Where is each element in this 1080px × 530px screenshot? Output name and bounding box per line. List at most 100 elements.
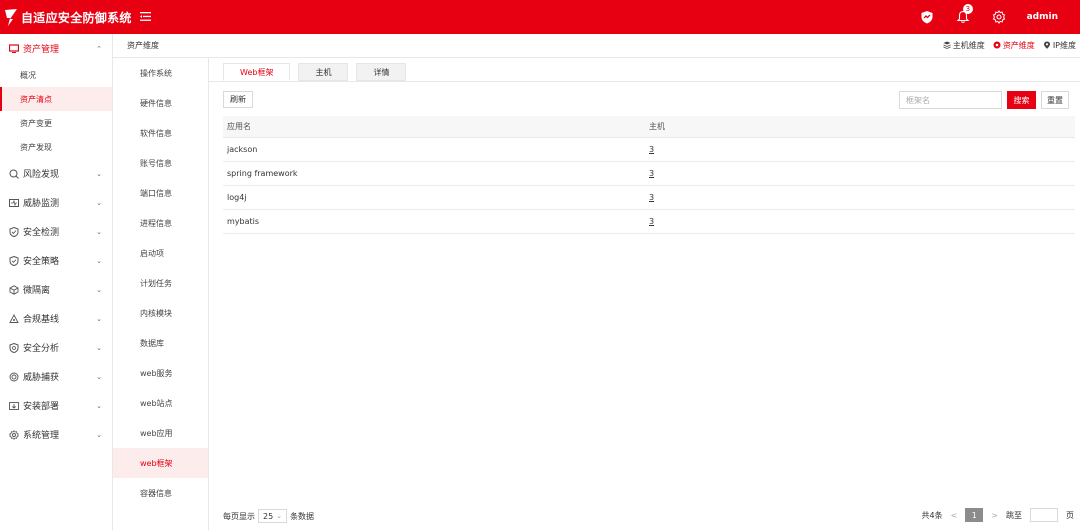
pagination: 共4条 < 1 > 跳至 页 (922, 508, 1074, 522)
dimension-ip[interactable]: IP维度 (1043, 40, 1076, 51)
jump-page-input[interactable] (1030, 508, 1058, 522)
host-count-link[interactable]: 3 (649, 217, 654, 226)
shield-alert-icon[interactable] (919, 9, 935, 25)
subnav-item-database[interactable]: 数据库 (113, 328, 208, 358)
chevron-down-icon: ⌄ (96, 372, 102, 381)
cell-app-name: jackson (227, 145, 258, 154)
tab-details[interactable]: 详情 (356, 63, 407, 81)
cell-app-name: log4j (227, 193, 247, 202)
sidebar-group-label: 威胁捕获 (23, 373, 60, 383)
gear-icon (8, 429, 19, 440)
subnav-item-account[interactable]: 账号信息 (113, 148, 208, 178)
dimension-host[interactable]: 主机维度 (943, 40, 985, 51)
bell-icon[interactable]: 3 (955, 4, 974, 25)
sidebar-group-security-detection[interactable]: 安全检测 ⌄ (0, 217, 112, 246)
asset-category-nav: 操作系统 硬件信息 软件信息 账号信息 端口信息 进程信息 启动项 计划任务 内… (113, 58, 209, 530)
sidebar-group-asset-management[interactable]: 资产管理 ⌃ (0, 34, 112, 63)
framework-name-input[interactable] (899, 91, 1002, 109)
table-row: log4j 3 (223, 186, 1075, 210)
sidebar-group-threat-monitoring[interactable]: 威胁监测 ⌄ (0, 188, 112, 217)
chevron-down-icon: ⌄ (96, 343, 102, 352)
subnav-item-software[interactable]: 软件信息 (113, 118, 208, 148)
sidebar-group-label: 威胁监测 (23, 199, 60, 209)
subnav-item-web-service[interactable]: web服务 (113, 358, 208, 388)
subnav-item-kernel-module[interactable]: 内核模块 (113, 298, 208, 328)
sidebar-group-risk-discovery[interactable]: 风险发现 ⌄ (0, 159, 112, 188)
refresh-button[interactable]: 刷新 (223, 91, 253, 108)
cell-app-name: mybatis (227, 217, 260, 226)
subnav-item-process[interactable]: 进程信息 (113, 208, 208, 238)
stack-icon (943, 41, 951, 51)
tab-divider (209, 81, 1080, 82)
dimension-asset[interactable]: 资产维度 (993, 40, 1035, 51)
chevron-down-icon: ⌄ (96, 198, 102, 207)
page-size-select[interactable]: 25 ⌄ (258, 509, 288, 523)
subnav-item-container[interactable]: 容器信息 (113, 478, 208, 508)
sidebar-group-system-management[interactable]: 系统管理 ⌄ (0, 420, 112, 449)
monitor-icon (8, 43, 19, 54)
sidebar-group-install-deploy[interactable]: 安装部署 ⌄ (0, 391, 112, 420)
sidebar-item-overview[interactable]: 概况 (0, 63, 112, 87)
subnav-item-web-site[interactable]: web站点 (113, 388, 208, 418)
top-header: 自适应安全防御系统 3 admin (0, 0, 1080, 34)
chevron-down-icon: ⌄ (96, 169, 102, 178)
current-page-button[interactable]: 1 (965, 508, 984, 522)
chevron-up-icon: ⌃ (96, 44, 102, 53)
subnav-item-port[interactable]: 端口信息 (113, 178, 208, 208)
sidebar-group-label: 合规基线 (23, 315, 60, 325)
tab-web-framework[interactable]: Web框架 (223, 63, 291, 81)
next-page-button[interactable]: > (991, 511, 998, 520)
dimension-label: IP维度 (1052, 41, 1076, 50)
host-count-link[interactable]: 3 (649, 145, 654, 154)
logo[interactable]: 自适应安全防御系统 (4, 7, 132, 27)
breadcrumb: 资产维度 主机维度 资产维度 IP维度 (113, 34, 1080, 58)
framework-table: 应用名 主机 jackson 3 spring framework 3 log4… (223, 116, 1075, 234)
menu-toggle-icon[interactable] (139, 10, 151, 24)
tab-bar: Web框架 主机 详情 (223, 63, 407, 81)
cube-icon (8, 284, 19, 295)
sidebar-group-security-policy[interactable]: 安全策略 ⌄ (0, 246, 112, 275)
cell-app-name: spring framework (227, 169, 298, 178)
sidebar: 资产管理 ⌃ 概况 资产清点 资产变更 资产发现 风险发现 ⌄ 威胁监测 ⌄ 安… (0, 34, 113, 530)
column-header-hosts[interactable]: 主机 (649, 121, 1075, 132)
sidebar-group-micro-isolation[interactable]: 微隔离 ⌄ (0, 275, 112, 304)
subnav-item-web-framework[interactable]: web框架 (113, 448, 208, 478)
column-header-app-name[interactable]: 应用名 (223, 121, 649, 132)
reset-button[interactable]: 重置 (1041, 91, 1069, 109)
subnav-item-hardware[interactable]: 硬件信息 (113, 88, 208, 118)
subnav-item-os[interactable]: 操作系统 (113, 58, 208, 88)
host-count-link[interactable]: 3 (649, 193, 654, 202)
sidebar-item-asset-inventory[interactable]: 资产清点 (0, 87, 112, 111)
prev-page-button[interactable]: < (951, 511, 958, 520)
sidebar-group-label: 安全分析 (23, 344, 60, 354)
location-pin-icon (1043, 41, 1051, 51)
subnav-item-web-app[interactable]: web应用 (113, 418, 208, 448)
subnav-item-startup[interactable]: 启动项 (113, 238, 208, 268)
jump-label: 跳至 (1006, 510, 1022, 520)
sidebar-group-compliance-baseline[interactable]: 合规基线 ⌄ (0, 304, 112, 333)
chevron-down-icon: ⌄ (96, 401, 102, 410)
search-button[interactable]: 搜索 (1007, 91, 1036, 109)
subnav-item-scheduled-task[interactable]: 计划任务 (113, 268, 208, 298)
host-count-link[interactable]: 3 (649, 169, 654, 178)
sidebar-item-asset-discovery[interactable]: 资产发现 (0, 135, 112, 159)
table-row: jackson 3 (223, 138, 1075, 162)
page-title: 资产维度 (127, 41, 159, 50)
sidebar-group-label: 安全策略 (23, 257, 60, 267)
shield-policy-icon (8, 255, 19, 266)
sidebar-item-asset-change[interactable]: 资产变更 (0, 111, 112, 135)
per-page-label: 每页显示 (223, 511, 255, 521)
notification-badge: 3 (962, 4, 974, 14)
user-name[interactable]: admin (1027, 12, 1058, 22)
tab-host[interactable]: 主机 (298, 63, 349, 81)
download-box-icon (8, 400, 19, 411)
page-size-value: 25 (263, 511, 274, 521)
dimension-label: 资产维度 (1002, 41, 1035, 50)
main-content: Web框架 主机 详情 刷新 搜索 重置 应用名 主机 jackson 3 sp… (209, 58, 1080, 530)
sidebar-group-label: 资产管理 (23, 45, 60, 55)
sidebar-group-threat-capture[interactable]: 威胁捕获 ⌄ (0, 362, 112, 391)
chevron-down-icon: ⌄ (276, 512, 283, 520)
gear-icon[interactable] (991, 9, 1007, 25)
chevron-down-icon: ⌄ (96, 285, 102, 294)
sidebar-group-security-analysis[interactable]: 安全分析 ⌄ (0, 333, 112, 362)
